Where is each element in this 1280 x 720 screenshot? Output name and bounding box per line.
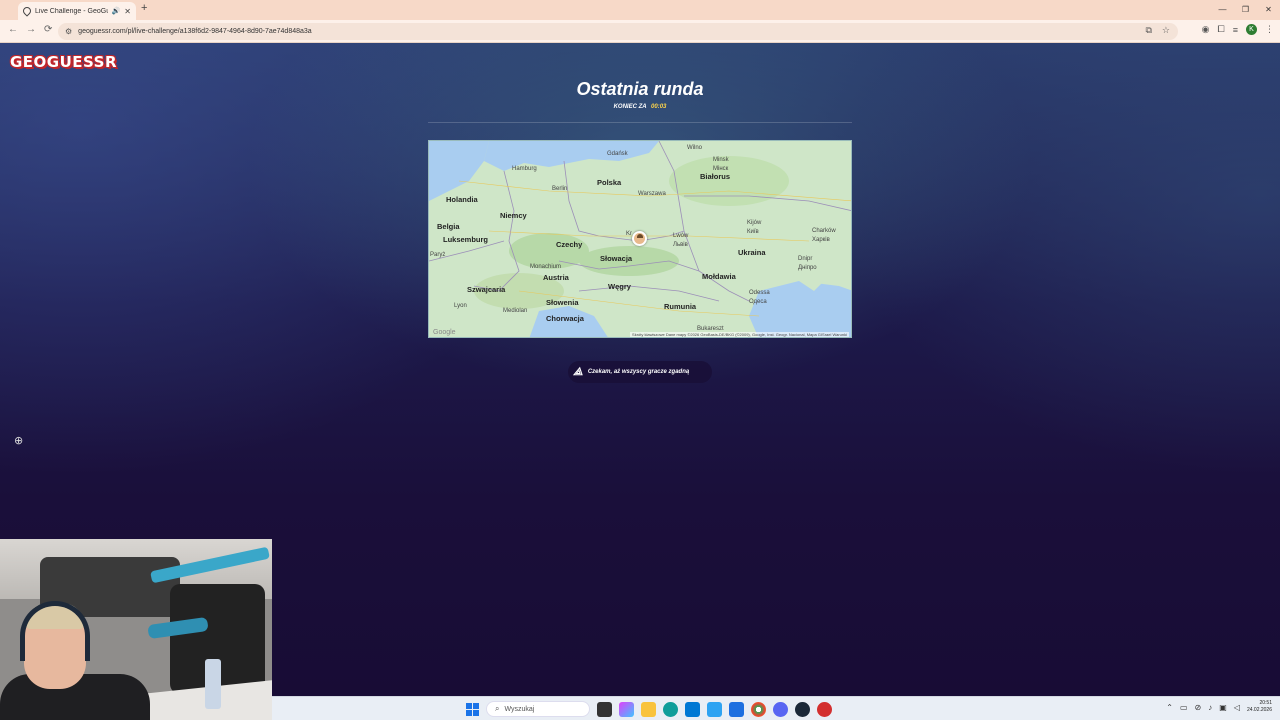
search-icon: ⌕ bbox=[495, 704, 500, 713]
tray-chevron-icon[interactable]: ⌃ bbox=[1166, 703, 1173, 712]
map-country-label: Węgry bbox=[608, 282, 631, 291]
map-country-label: Holandia bbox=[446, 195, 478, 204]
map-country-label: Szwajcaria bbox=[467, 285, 506, 294]
waiting-status: ⟁ Czekam, aż wszyscy gracze zgadną bbox=[568, 361, 712, 383]
copilot-icon[interactable] bbox=[619, 701, 634, 717]
map-city-label: Berlin bbox=[552, 186, 568, 192]
map-city-label: Wilno bbox=[687, 145, 703, 151]
taskbar-search[interactable]: ⌕ Wyszukaj bbox=[486, 701, 590, 717]
map-country-label: Słowenia bbox=[546, 298, 579, 307]
extension-icon[interactable]: ◉ bbox=[1202, 24, 1210, 35]
map-city-label: Mediolan bbox=[503, 308, 528, 314]
new-tab-button[interactable]: + bbox=[141, 2, 147, 14]
map-city-label: Charków Харків bbox=[812, 228, 836, 243]
map-country-label: Czechy bbox=[556, 240, 583, 249]
tray-app-icon[interactable]: ▭ bbox=[1180, 703, 1188, 712]
chrome-icon[interactable] bbox=[751, 701, 766, 717]
media-control-icon[interactable]: ≡ bbox=[1233, 25, 1238, 35]
map-city-label: Hamburg bbox=[512, 166, 537, 172]
map-city-label: Kijów Київ bbox=[747, 220, 762, 235]
mic-icon[interactable]: ♪ bbox=[1208, 703, 1212, 712]
windows-taskbar: ⌕ Wyszukaj ⌃ ▭ ⊘ ♪ ▣ ◁ 20:51 24.02.2026 bbox=[272, 696, 1280, 720]
start-button-icon[interactable] bbox=[466, 702, 479, 716]
map-city-label: Lwów Львів bbox=[673, 233, 689, 248]
geoguessr-favicon-icon bbox=[21, 5, 33, 17]
restore-button[interactable]: ❐ bbox=[1234, 0, 1257, 20]
app-icon[interactable] bbox=[729, 701, 744, 717]
map-city-label: Gdańsk bbox=[607, 151, 628, 157]
map-country-label: Austria bbox=[543, 273, 569, 282]
clock-date: 24.02.2026 bbox=[1246, 707, 1272, 713]
guess-marker[interactable] bbox=[632, 231, 647, 246]
url-text: geoguessr.com/pl/live-challenge/a138f6d2… bbox=[78, 28, 312, 35]
close-tab-icon[interactable]: ✕ bbox=[124, 7, 131, 16]
task-view-icon[interactable] bbox=[597, 701, 612, 717]
countdown-label: KONIEC ZA bbox=[613, 104, 647, 110]
google-logo: Google bbox=[433, 329, 456, 336]
map-country-label: Luksemburg bbox=[443, 235, 489, 244]
map-city-label: Lyon bbox=[454, 303, 467, 309]
mail-icon[interactable] bbox=[707, 701, 722, 717]
browser-toolbar: ← → ⟳ ⚙ geoguessr.com/pl/live-challenge/… bbox=[0, 20, 1280, 43]
bookmark-star-icon[interactable]: ☆ bbox=[1162, 25, 1170, 36]
map-city-label: Dnipr Дніпро bbox=[798, 256, 817, 271]
edge-icon[interactable] bbox=[663, 701, 678, 717]
map-country-label: Niemcy bbox=[500, 211, 527, 220]
countdown: KONIEC ZA 00:03 bbox=[0, 104, 1280, 110]
volume-icon[interactable]: ◁ bbox=[1234, 703, 1240, 712]
map-city-label: Paryż bbox=[430, 252, 446, 258]
countdown-time: 00:03 bbox=[651, 104, 667, 110]
round-title: Ostatnia runda bbox=[576, 79, 704, 99]
map-city-label: Monachium bbox=[530, 264, 562, 270]
map-country-label: Belgia bbox=[437, 222, 460, 231]
header-divider bbox=[428, 122, 852, 123]
search-placeholder: Wyszukaj bbox=[504, 705, 535, 713]
close-window-button[interactable]: ✕ bbox=[1257, 0, 1280, 20]
discord-icon[interactable] bbox=[773, 701, 788, 717]
site-info-icon[interactable]: ⚙ bbox=[65, 27, 72, 36]
webcam-overlay bbox=[0, 539, 272, 720]
waiting-text: Czekam, aż wszyscy gracze zgadną bbox=[587, 369, 690, 375]
address-bar[interactable]: ⚙ geoguessr.com/pl/live-challenge/a138f6… bbox=[58, 23, 1178, 40]
file-explorer-icon[interactable] bbox=[641, 701, 656, 717]
minimize-button[interactable]: — bbox=[1211, 0, 1234, 20]
extensions-puzzle-icon[interactable]: ⧠ bbox=[1218, 24, 1225, 35]
browser-tab-bar: Live Challenge - GeoGuessr 🔊 ✕ + — ❐ ✕ bbox=[0, 0, 1280, 20]
browser-tab[interactable]: Live Challenge - GeoGuessr 🔊 ✕ bbox=[18, 2, 136, 20]
guess-map[interactable]: Gdańsk Hamburg Berlin Warszawa Wilno Min… bbox=[428, 140, 852, 338]
reload-icon[interactable]: ⟳ bbox=[44, 24, 52, 35]
store-icon[interactable] bbox=[685, 701, 700, 717]
window-controls: — ❐ ✕ bbox=[1211, 0, 1280, 20]
logo-text: GEOGUESSR bbox=[10, 53, 118, 71]
taskbar-clock[interactable]: 20:51 24.02.2026 bbox=[1247, 700, 1272, 714]
speaker-icon[interactable]: 🔊 bbox=[112, 7, 121, 15]
geoguessr-logo[interactable]: GEOGUESSR bbox=[10, 53, 117, 71]
map-country-label: Polska bbox=[597, 178, 622, 187]
waiting-icon: ⟁ bbox=[573, 365, 583, 378]
steam-icon[interactable] bbox=[795, 701, 810, 717]
map-city-label: Kr bbox=[626, 231, 632, 237]
back-arrow-icon[interactable]: ← bbox=[8, 24, 18, 35]
tab-title: Live Challenge - GeoGuessr bbox=[35, 7, 108, 15]
map-attribution[interactable]: Skróty klawiszowe Dane mapy ©2026 GeoBas… bbox=[630, 332, 849, 337]
forward-arrow-icon[interactable]: → bbox=[26, 24, 36, 35]
menu-dots-icon[interactable]: ⋮ bbox=[1265, 24, 1274, 35]
map-country-label: Mołdawia bbox=[702, 272, 736, 281]
map-city-label: Warszawa bbox=[638, 191, 666, 197]
map-country-label: Rumunia bbox=[664, 302, 697, 311]
profile-avatar[interactable]: K bbox=[1246, 24, 1257, 35]
map-city-label: Odessa Одеса bbox=[749, 290, 770, 305]
clock-time: 20:51 bbox=[1259, 700, 1272, 706]
tray-box-icon[interactable]: ▣ bbox=[1219, 703, 1227, 712]
chat-icon[interactable]: ⊕ bbox=[14, 434, 23, 447]
map-country-label: Ukraina bbox=[738, 248, 766, 257]
obs-icon[interactable] bbox=[817, 701, 832, 717]
map-country-label: Słowacja bbox=[600, 254, 633, 263]
map-country-label: Chorwacja bbox=[546, 314, 584, 323]
map-country-label: Białorus bbox=[700, 172, 731, 181]
network-icon[interactable]: ⊘ bbox=[1195, 703, 1202, 712]
install-app-icon[interactable]: ⧉ bbox=[1145, 25, 1151, 36]
system-tray: ⌃ ▭ ⊘ ♪ ▣ ◁ 20:51 24.02.2026 bbox=[1166, 700, 1272, 714]
